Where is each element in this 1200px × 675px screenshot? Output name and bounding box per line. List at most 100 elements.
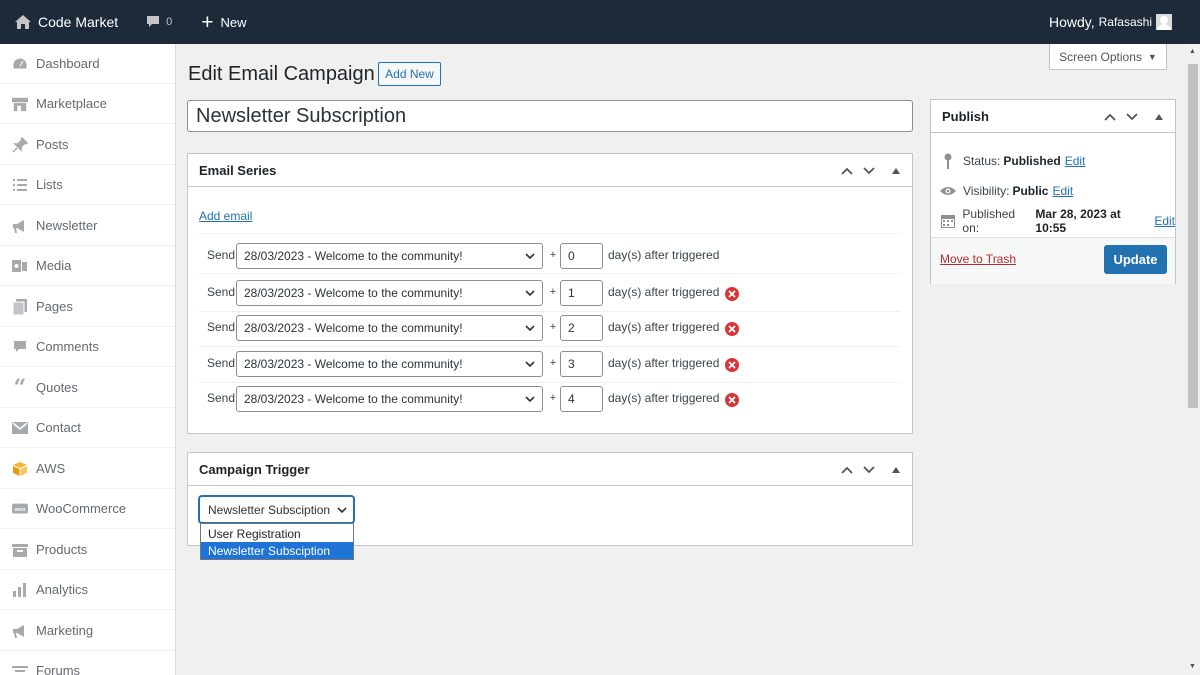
sidebar-item-label: WooCommerce bbox=[36, 501, 127, 516]
sidebar-item-label: Marketing bbox=[36, 623, 94, 638]
caret-down-icon: ▼ bbox=[1147, 51, 1157, 62]
days-input[interactable]: 2 bbox=[560, 315, 603, 341]
add-new-button[interactable]: Add New bbox=[378, 62, 441, 86]
sidebar-item-marketplace[interactable]: Marketplace bbox=[0, 84, 175, 124]
edit-status-link[interactable]: Edit bbox=[1065, 154, 1086, 168]
status-value: Published bbox=[1003, 154, 1061, 168]
publish-title: Publish bbox=[942, 108, 989, 124]
series-row: Send 28/03/2023 - Welcome to the communi… bbox=[199, 382, 901, 418]
move-up-icon[interactable] bbox=[837, 453, 857, 486]
move-down-icon[interactable] bbox=[859, 453, 879, 486]
screen-options-button[interactable]: Screen Options ▼ bbox=[1049, 44, 1167, 70]
sidebar-item-posts[interactable]: Posts bbox=[0, 125, 175, 165]
pin-icon bbox=[12, 136, 28, 153]
email-select[interactable]: 28/03/2023 - Welcome to the community! bbox=[236, 315, 543, 341]
send-label: Send bbox=[207, 391, 236, 405]
comments-link[interactable]: 0 bbox=[146, 0, 172, 44]
move-to-trash-link[interactable]: Move to Trash bbox=[940, 252, 1016, 266]
sidebar-item-newsletter[interactable]: Newsletter bbox=[0, 206, 175, 246]
remove-email-icon[interactable] bbox=[725, 393, 739, 407]
email-select[interactable]: 28/03/2023 - Welcome to the community! bbox=[236, 386, 543, 412]
sidebar-item-woocommerce[interactable]: woo WooCommerce bbox=[0, 489, 175, 529]
avatar[interactable] bbox=[1156, 14, 1172, 30]
update-button[interactable]: Update bbox=[1104, 245, 1167, 274]
move-down-icon[interactable] bbox=[1122, 100, 1142, 133]
sidebar-item-forums[interactable]: Forums bbox=[0, 651, 175, 675]
campaign-trigger-select[interactable]: Newsletter Subsciption bbox=[199, 496, 354, 523]
days-input[interactable]: 0 bbox=[560, 243, 603, 269]
dropdown-option-newsletter-subscription[interactable]: Newsletter Subsciption bbox=[201, 542, 353, 559]
username: Rafasashi bbox=[1098, 15, 1152, 29]
toggle-panel-icon[interactable] bbox=[886, 154, 906, 187]
status-row: Status: Published Edit bbox=[940, 153, 1085, 169]
toggle-panel-icon[interactable] bbox=[886, 453, 906, 486]
new-content-link[interactable]: + New bbox=[201, 0, 246, 44]
plus-icon: + bbox=[201, 10, 214, 34]
forum-icon bbox=[12, 663, 28, 675]
quote-icon: “ bbox=[13, 374, 27, 401]
woo-icon: woo bbox=[12, 501, 28, 517]
scrollbar-thumb[interactable] bbox=[1188, 64, 1198, 408]
sidebar-item-comments[interactable]: Comments bbox=[0, 327, 175, 367]
store-icon bbox=[12, 96, 28, 112]
days-input[interactable]: 4 bbox=[560, 386, 603, 412]
email-select[interactable]: 28/03/2023 - Welcome to the community! bbox=[236, 351, 543, 377]
chevron-down-icon bbox=[337, 507, 347, 514]
email-select-value: 28/03/2023 - Welcome to the community! bbox=[244, 249, 463, 263]
chevron-down-icon bbox=[525, 396, 535, 403]
series-row: Send 28/03/2023 - Welcome to the communi… bbox=[199, 238, 901, 274]
edit-date-link[interactable]: Edit bbox=[1154, 214, 1175, 228]
days-input[interactable]: 1 bbox=[560, 280, 603, 306]
sidebar-item-media[interactable]: Media bbox=[0, 246, 175, 286]
days-input[interactable]: 3 bbox=[560, 351, 603, 377]
page-scrollbar[interactable]: ▲ ▼ bbox=[1186, 44, 1200, 675]
move-up-icon[interactable] bbox=[837, 154, 857, 187]
remove-email-icon[interactable] bbox=[725, 287, 739, 301]
email-select-value: 28/03/2023 - Welcome to the community! bbox=[244, 392, 463, 406]
sidebar-item-marketing[interactable]: Marketing bbox=[0, 611, 175, 651]
send-label: Send bbox=[207, 248, 236, 262]
move-down-icon[interactable] bbox=[859, 154, 879, 187]
send-label: Send bbox=[207, 356, 236, 370]
sidebar-item-analytics[interactable]: Analytics bbox=[0, 570, 175, 610]
series-row: Send 28/03/2023 - Welcome to the communi… bbox=[199, 347, 901, 383]
sidebar-item-products[interactable]: Products bbox=[0, 530, 175, 570]
email-select[interactable]: 28/03/2023 - Welcome to the community! bbox=[236, 243, 543, 269]
admin-menu: Dashboard Marketplace Posts Lists Newsle… bbox=[0, 44, 176, 675]
sidebar-item-label: Pages bbox=[36, 299, 73, 314]
admin-bar: Code Market 0 + New Howdy, Rafasashi bbox=[0, 0, 1200, 44]
add-email-link[interactable]: Add email bbox=[199, 209, 252, 223]
send-label: Send bbox=[207, 320, 236, 334]
remove-email-icon[interactable] bbox=[725, 358, 739, 372]
my-account-link[interactable]: Howdy, Rafasashi bbox=[1049, 0, 1152, 44]
post-title-input[interactable]: Newsletter Subscription bbox=[187, 100, 913, 132]
email-select-value: 28/03/2023 - Welcome to the community! bbox=[244, 286, 463, 300]
comments-count: 0 bbox=[166, 16, 173, 28]
email-series-box: Email Series Add email Send 28/03/2023 -… bbox=[187, 153, 913, 434]
sidebar-item-label: Dashboard bbox=[36, 56, 100, 71]
sidebar-item-pages[interactable]: Pages bbox=[0, 287, 175, 327]
sidebar-item-lists[interactable]: Lists bbox=[0, 165, 175, 205]
chevron-down-icon bbox=[525, 325, 535, 332]
sidebar-item-dashboard[interactable]: Dashboard bbox=[0, 44, 175, 84]
move-up-icon[interactable] bbox=[1100, 100, 1120, 133]
comment-icon bbox=[12, 339, 28, 355]
scroll-up-icon[interactable]: ▲ bbox=[1189, 48, 1196, 55]
sidebar-item-contact[interactable]: Contact bbox=[0, 408, 175, 448]
list-icon bbox=[12, 177, 28, 193]
publish-header: Publish bbox=[931, 100, 1175, 133]
scroll-down-icon[interactable]: ▼ bbox=[1189, 663, 1196, 670]
email-select[interactable]: 28/03/2023 - Welcome to the community! bbox=[236, 280, 543, 306]
site-name-link[interactable]: Code Market bbox=[15, 0, 118, 44]
plus-label: + bbox=[549, 321, 557, 333]
dropdown-option-user-registration[interactable]: User Registration bbox=[201, 525, 353, 542]
sidebar-item-aws[interactable]: AWS bbox=[0, 449, 175, 489]
published-on-row: Published on: Mar 28, 2023 at 10:55 Edit bbox=[940, 207, 1175, 235]
sidebar-item-label: Comments bbox=[36, 339, 99, 354]
sidebar-item-quotes[interactable]: “ Quotes bbox=[0, 368, 175, 408]
edit-visibility-link[interactable]: Edit bbox=[1052, 184, 1073, 198]
remove-email-icon[interactable] bbox=[725, 322, 739, 336]
toggle-panel-icon[interactable] bbox=[1149, 100, 1169, 133]
trigger-dropdown-list: User Registration Newsletter Subsciption bbox=[200, 523, 354, 560]
dashboard-icon bbox=[12, 56, 28, 72]
